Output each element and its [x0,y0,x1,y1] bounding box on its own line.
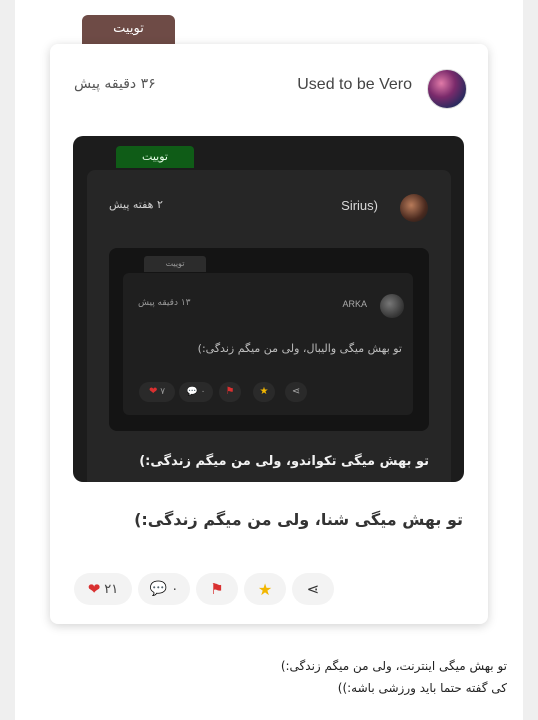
share-button[interactable]: ⋖ [292,573,334,605]
author-name[interactable]: Used to be Vero [297,76,412,94]
post-text: تو بهش میگی شنا، ولی من میگم زندگی:) [134,510,463,529]
comment-button[interactable]: 💬 ۰ [138,573,190,605]
flag-icon: ⚑ [210,580,224,598]
inner-comment-count: ۰ [200,387,206,397]
embed-tweet-tab: توییت [116,146,194,168]
star-icon: ★ [257,579,273,599]
inner-flag-button: ⚑ [219,382,241,402]
footer-line-2: کی گفته حتما باید ورزشی باشه:)) [337,681,507,695]
inner-avatar [380,294,404,318]
inner-like-count: ۷ [160,387,166,397]
report-button[interactable]: ⚑ [196,573,238,605]
comment-icon: 💬 [186,387,198,397]
flag-icon: ⚑ [225,386,235,397]
like-count: ۲۱ [104,581,119,597]
inner-time: ۱۳ دقیقه پیش [138,298,191,308]
like-button[interactable]: ❤ ۲۱ [74,573,132,605]
heart-icon: ❤ [87,580,101,598]
star-icon: ★ [259,386,269,397]
inner-text: تو بهش میگی والیبال، ولی من میگم زندگی:) [197,342,402,355]
inner-star-button: ★ [253,382,275,402]
share-icon: ⋖ [306,580,320,598]
embed-author: Sirius) [341,198,378,213]
embed-avatar [400,194,428,222]
heart-icon: ❤ [148,386,158,397]
author-avatar[interactable] [427,69,467,109]
embed-time: ۲ هفته پیش [109,198,163,211]
inner-author: ARKA [342,299,367,309]
comment-icon: 💬 [149,581,168,597]
inner-like-button: ❤ ۷ [139,382,175,402]
inner-comment-button: 💬 ۰ [179,382,213,402]
inner-tweet-tab: توییت [144,256,206,272]
footer-line-1: تو بهش میگی اینترنت، ولی من میگم زندگی:) [280,659,507,673]
embedded-screenshot[interactable]: توییت Sirius) ۲ هفته پیش توییت ARKA ۱۳ د… [73,136,464,482]
share-icon: ⋖ [291,386,301,397]
post-actions: ❤ ۲۱ 💬 ۰ ⚑ ★ ⋖ [0,573,538,607]
favorite-button[interactable]: ★ [244,573,286,605]
footer-text: تو بهش میگی اینترنت، ولی من میگم زندگی:)… [67,655,507,699]
inner-actions: ❤ ۷ 💬 ۰ ⚑ ★ ⋖ [73,382,464,404]
inner-share-button: ⋖ [285,382,307,402]
comment-count: ۰ [171,581,179,597]
tweet-tab[interactable]: توییت [82,15,175,45]
embed-text: تو بهش میگی تکواندو، ولی من میگم زندگی:) [139,454,429,469]
post-time: ۳۶ دقیقه پیش [74,76,156,92]
